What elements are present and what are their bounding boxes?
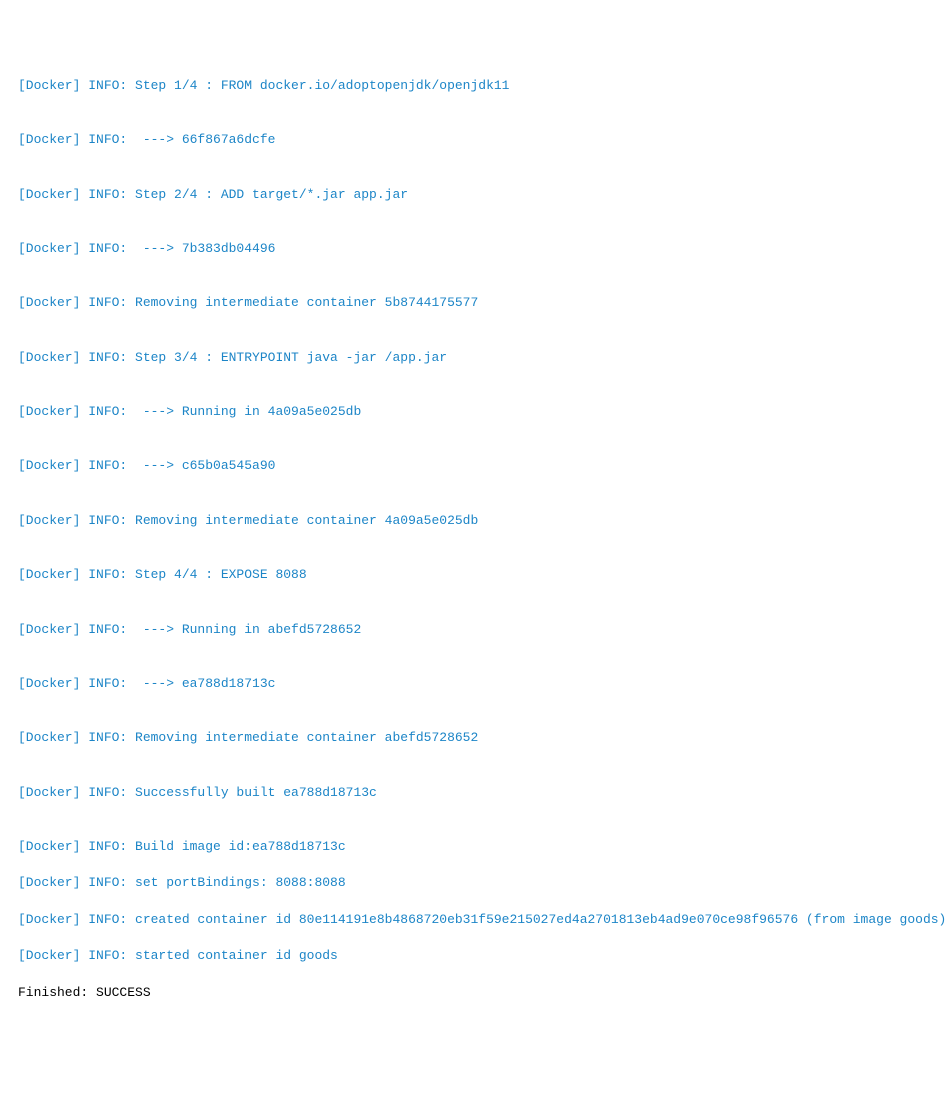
log-line: [Docker] INFO: ---> Running in 4a09a5e02… <box>18 403 928 421</box>
log-line: [Docker] INFO: set portBindings: 8088:80… <box>18 874 928 892</box>
log-line: [Docker] INFO: ---> ea788d18713c <box>18 675 928 693</box>
log-line: [Docker] INFO: Removing intermediate con… <box>18 294 928 312</box>
log-line: [Docker] INFO: Step 1/4 : FROM docker.io… <box>18 77 928 95</box>
log-line: [Docker] INFO: Step 2/4 : ADD target/*.j… <box>18 186 928 204</box>
log-line: [Docker] INFO: Successfully built ea788d… <box>18 784 928 802</box>
log-line: [Docker] INFO: started container id good… <box>18 947 928 965</box>
log-line: [Docker] INFO: created container id 80e1… <box>18 911 928 929</box>
log-line: [Docker] INFO: Removing intermediate con… <box>18 729 928 747</box>
log-line: [Docker] INFO: Build image id:ea788d1871… <box>18 838 928 856</box>
log-line: [Docker] INFO: Step 4/4 : EXPOSE 8088 <box>18 566 928 584</box>
log-line: [Docker] INFO: Removing intermediate con… <box>18 512 928 530</box>
log-line: [Docker] INFO: ---> Running in abefd5728… <box>18 621 928 639</box>
log-line: [Docker] INFO: ---> 66f867a6dcfe <box>18 131 928 149</box>
log-line: [Docker] INFO: Step 3/4 : ENTRYPOINT jav… <box>18 349 928 367</box>
finished-status: Finished: SUCCESS <box>18 984 928 1002</box>
log-line: [Docker] INFO: ---> 7b383db04496 <box>18 240 928 258</box>
log-line: [Docker] INFO: ---> c65b0a545a90 <box>18 457 928 475</box>
